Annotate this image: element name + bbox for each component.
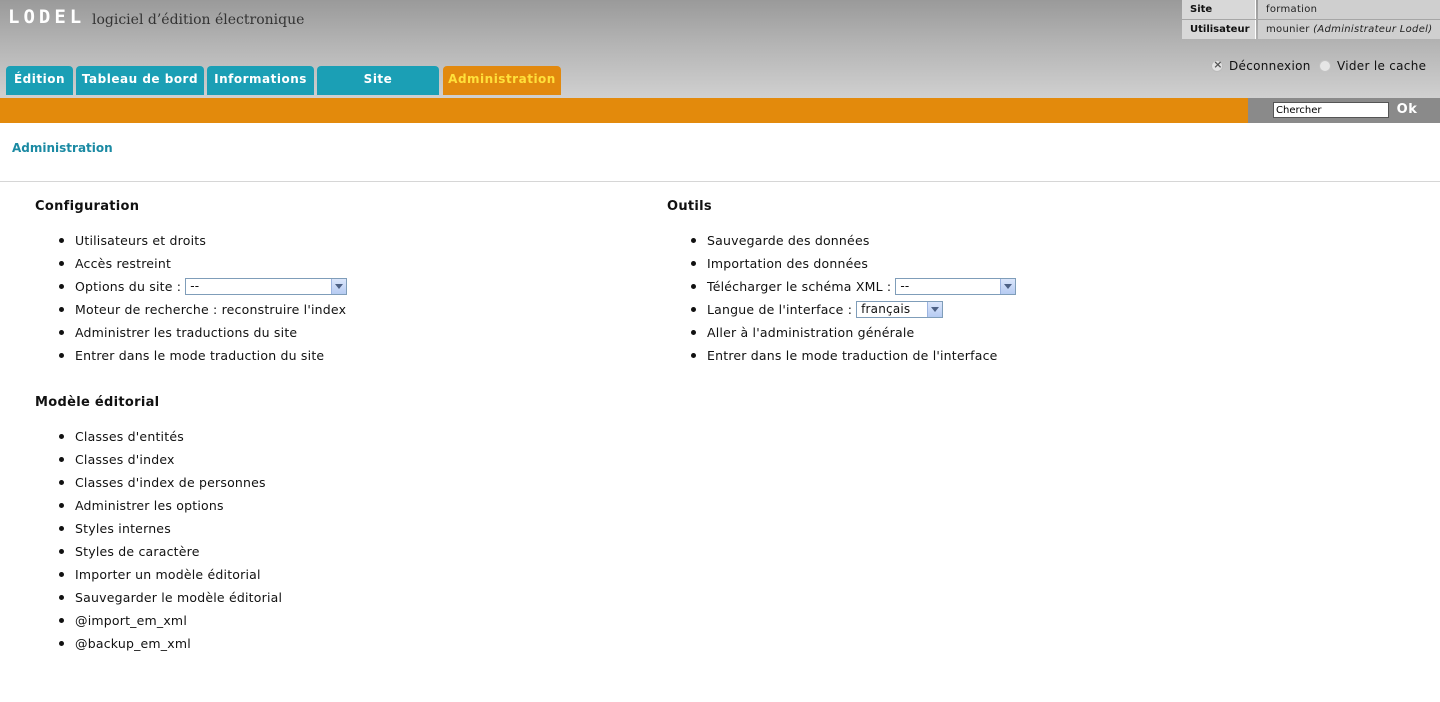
divider [0,181,1440,182]
list-item: @backup_em_xml [35,635,282,658]
user-info-row: Utilisateur mounier (Administrateur Lode… [1182,20,1440,39]
users-rights-link[interactable]: Utilisateurs et droits [75,233,206,248]
list-item: Utilisateurs et droits [35,232,347,255]
data-backup-link[interactable]: Sauvegarde des données [707,233,870,248]
general-admin-link[interactable]: Aller à l'administration générale [707,325,914,340]
person-index-classes-link[interactable]: Classes d'index de personnes [75,475,266,490]
tagline: logiciel d’édition électronique [92,12,305,28]
outils-title: Outils [667,199,712,214]
character-styles-link[interactable]: Styles de caractère [75,544,200,559]
save-model-link[interactable]: Sauvegarder le modèle éditorial [75,590,282,605]
list-item: Entrer dans le mode traduction de l'inte… [667,347,1016,370]
list-item: Entrer dans le mode traduction du site [35,347,347,370]
site-options-value: -- [190,279,200,293]
list-item: @import_em_xml [35,612,282,635]
outils-list: Sauvegarde des données Importation des d… [667,232,1017,370]
import-em-xml-link[interactable]: @import_em_xml [75,613,187,628]
tab-tableau-de-bord[interactable]: Tableau de bord [76,66,204,95]
configuration-list: Utilisateurs et droits Accès restreint O… [35,232,348,370]
site-options-select[interactable]: -- [185,278,348,295]
backup-em-xml-link[interactable]: @backup_em_xml [75,636,191,651]
orange-nav-bar [0,98,1440,123]
user-value: mounier (Administrateur Lodel) [1258,20,1440,39]
list-item: Classes d'index de personnes [35,474,282,497]
entity-classes-link[interactable]: Classes d'entités [75,429,184,444]
search-input[interactable] [1273,102,1389,118]
list-item: Sauvegarder le modèle éditorial [35,589,282,612]
clear-cache-link[interactable]: Vider le cache [1319,59,1426,73]
chevron-down-icon [927,302,943,317]
rebuild-index-link[interactable]: Moteur de recherche : reconstruire l'ind… [75,302,346,317]
logout-icon [1211,58,1224,72]
search-ok-button[interactable]: Ok [1392,101,1422,119]
interface-translation-mode-link[interactable]: Entrer dans le mode traduction de l'inte… [707,348,998,363]
internal-styles-link[interactable]: Styles internes [75,521,171,536]
user-label: Utilisateur [1182,20,1256,39]
xml-schema-label: Télécharger le schéma XML : [707,279,892,294]
site-info-row: Site formation [1182,0,1440,19]
list-item: Accès restreint [35,255,347,278]
modele-editorial-title: Modèle éditorial [35,395,160,410]
radio-circle-icon [1319,60,1331,72]
import-model-link[interactable]: Importer un modèle éditorial [75,567,261,582]
tab-site[interactable]: Site [317,66,439,95]
xml-schema-select[interactable]: -- [895,278,1017,295]
site-translations-link[interactable]: Administrer les traductions du site [75,325,297,340]
user-role: (Administrateur Lodel) [1313,24,1433,35]
list-item: Moteur de recherche : reconstruire l'ind… [35,301,347,324]
interface-language-value: français [861,302,911,316]
data-import-link[interactable]: Importation des données [707,256,868,271]
list-item: Aller à l'administration générale [667,324,1016,347]
site-label: Site [1182,0,1256,19]
tab-edition[interactable]: Édition [6,66,73,95]
page-title[interactable]: Administration [12,141,113,155]
chevron-down-icon [331,279,347,294]
chevron-down-icon [1000,279,1016,294]
list-item: Sauvegarde des données [667,232,1016,255]
list-item: Télécharger le schéma XML : -- [667,278,1017,301]
lodel-logo[interactable]: LODEL [8,6,85,28]
index-classes-link[interactable]: Classes d'index [75,452,175,467]
list-item: Classes d'index [35,451,282,474]
list-item: Styles internes [35,520,282,543]
xml-schema-value: -- [900,279,910,293]
session-info-box: Site formation Utilisateur mounier (Admi… [1182,0,1440,40]
manage-options-link[interactable]: Administrer les options [75,498,224,513]
logout-label: Déconnexion [1229,59,1311,73]
list-item: Styles de caractère [35,543,282,566]
tab-informations[interactable]: Informations [207,66,314,95]
restricted-access-link[interactable]: Accès restreint [75,256,171,271]
list-item: Administrer les options [35,497,282,520]
site-value: formation [1258,0,1440,19]
interface-language-select[interactable]: français [856,301,944,318]
interface-language-label: Langue de l'interface : [707,302,853,317]
configuration-title: Configuration [35,199,140,214]
site-options-label: Options du site : [75,279,182,294]
header-bar: LODEL logiciel d’édition électronique Si… [0,0,1440,98]
list-item: Importer un modèle éditorial [35,566,282,589]
list-item: Importation des données [667,255,1016,278]
list-item: Options du site : -- [35,278,348,301]
tab-administration[interactable]: Administration [443,66,561,95]
logout-link[interactable]: Déconnexion [1211,58,1311,73]
modele-editorial-list: Classes d'entités Classes d'index Classe… [35,428,282,658]
list-item: Administrer les traductions du site [35,324,347,347]
site-translation-mode-link[interactable]: Entrer dans le mode traduction du site [75,348,324,363]
user-name: mounier [1266,24,1310,35]
clear-cache-label: Vider le cache [1337,59,1427,73]
list-item: Classes d'entités [35,428,282,451]
list-item: Langue de l'interface : français [667,301,1016,324]
